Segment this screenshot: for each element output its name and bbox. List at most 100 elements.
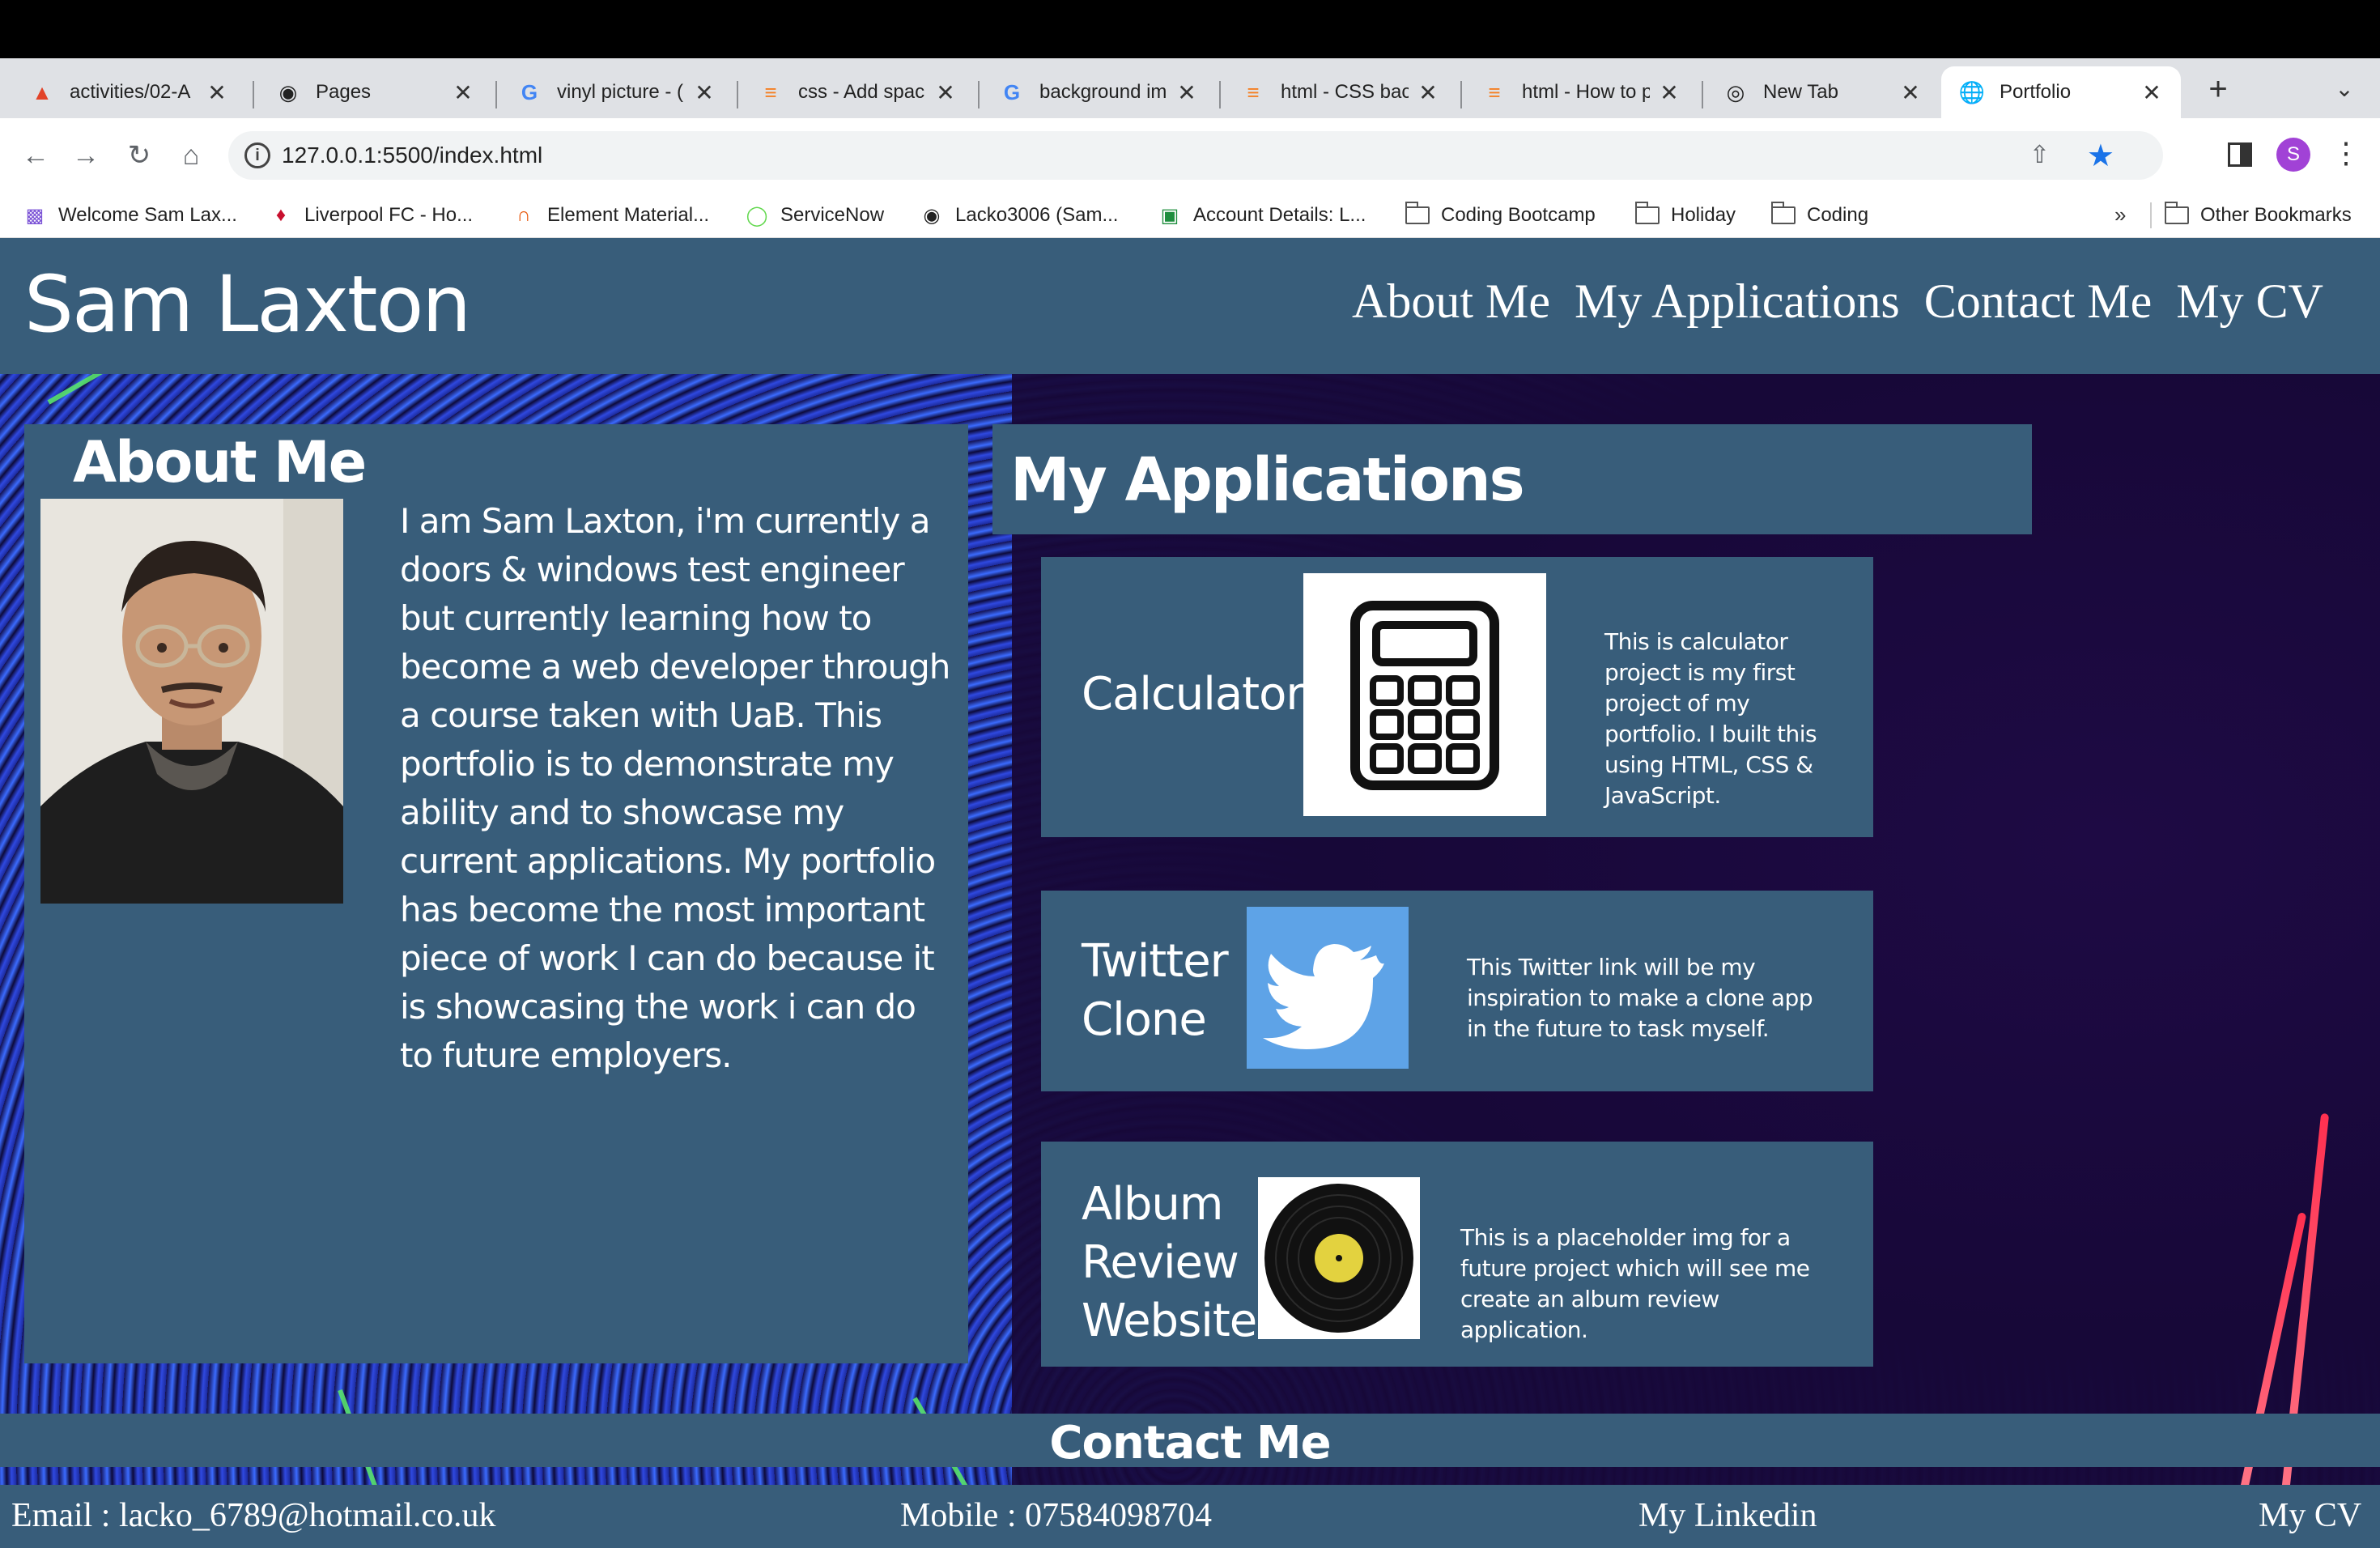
new-tab-plus-icon[interactable]: + xyxy=(2200,71,2236,107)
bookmark-account[interactable]: ▣ Account Details: L... xyxy=(1158,199,1366,232)
tab-title: Portfolio xyxy=(2000,81,2072,103)
share-icon[interactable]: ⇧ xyxy=(2029,141,2050,169)
folder-icon xyxy=(2165,202,2189,228)
bookmark-label: Coding xyxy=(1807,204,1869,226)
bookmark-folder-coding-bootcamp[interactable]: Coding Bootcamp xyxy=(1405,199,1596,232)
side-panel-icon[interactable] xyxy=(2228,142,2252,167)
calculator-icon[interactable] xyxy=(1303,573,1546,816)
contact-email[interactable]: Email : lacko_6789@hotmail.co.uk xyxy=(11,1496,496,1535)
tab-new-tab[interactable]: ◎ New Tab ✕ xyxy=(1705,66,1940,118)
menu-kebab-icon[interactable]: ⋮ xyxy=(2331,136,2361,170)
vinyl-record-icon[interactable] xyxy=(1258,1177,1420,1339)
url-text[interactable]: 127.0.0.1:5500/index.html xyxy=(282,142,542,168)
app-description: This is calculator project is my first p… xyxy=(1604,628,1817,809)
bookmark-folder-holiday[interactable]: Holiday xyxy=(1635,199,1736,232)
folder-icon xyxy=(1771,202,1796,228)
google-icon: G xyxy=(1003,79,1021,104)
chrome-icon: ◎ xyxy=(1726,79,1745,104)
info-icon[interactable]: i xyxy=(244,142,270,168)
about-title: About Me xyxy=(73,429,367,495)
tab-title: background im xyxy=(1039,81,1167,103)
app-card-album-review[interactable]: Album Review Website This is a placehold… xyxy=(1041,1142,1873,1367)
contact-mobile[interactable]: Mobile : 07584098704 xyxy=(900,1496,1212,1535)
tab-divider xyxy=(978,81,980,108)
tab-strip: ▲ activities/02-A ✕ ◉ Pages ✕ G vinyl pi… xyxy=(0,58,2380,118)
tab-vinyl[interactable]: G vinyl picture - ( ✕ xyxy=(499,66,733,118)
bookmark-lacko[interactable]: ◉ Lacko3006 (Sam... xyxy=(920,199,1119,232)
cv-link[interactable]: My CV xyxy=(2259,1496,2361,1535)
nav-link-applications[interactable]: My Applications xyxy=(1575,274,1900,330)
app-card-twitter-clone[interactable]: Twitter Clone This Twitter link will be … xyxy=(1041,891,1873,1091)
folder-icon xyxy=(1635,202,1660,228)
bookmark-element[interactable]: ∩ Element Material... xyxy=(512,199,709,232)
bookmarks-bar: ▩ Welcome Sam Lax... ♦ Liverpool FC - Ho… xyxy=(0,193,2380,238)
bookmark-star-icon[interactable]: ★ xyxy=(2087,138,2114,174)
twitter-icon[interactable] xyxy=(1247,907,1409,1069)
back-arrow-icon[interactable]: ← xyxy=(16,136,55,175)
tab-portfolio[interactable]: 🌐 Portfolio ✕ xyxy=(1941,66,2181,118)
close-icon[interactable]: ✕ xyxy=(1175,79,1198,106)
account-icon: ▣ xyxy=(1160,204,1179,227)
chevron-down-icon[interactable]: ⌄ xyxy=(2328,73,2361,105)
close-icon[interactable]: ✕ xyxy=(1899,79,1922,106)
close-icon[interactable]: ✕ xyxy=(2140,79,2163,106)
liverpool-icon: ♦ xyxy=(275,204,287,226)
address-bar[interactable]: i 127.0.0.1:5500/index.html ⇧ ★ xyxy=(228,131,2163,180)
servicenow-icon: ◯ xyxy=(746,204,768,227)
close-icon[interactable]: ✕ xyxy=(452,79,474,106)
applications-banner: My Applications xyxy=(992,424,2032,534)
close-icon[interactable]: ✕ xyxy=(693,79,716,106)
bookmark-servicenow[interactable]: ◯ ServiceNow xyxy=(745,199,884,232)
tab-title: html - How to p xyxy=(1522,81,1650,103)
stackoverflow-icon: ≡ xyxy=(764,79,777,104)
site-title: Sam Laxton xyxy=(24,259,471,350)
tab-title: css - Add spac xyxy=(798,81,925,103)
bookmark-label: Holiday xyxy=(1671,204,1736,226)
bookmarks-divider xyxy=(2150,202,2152,228)
folder-icon xyxy=(1405,202,1430,228)
bookmark-label: Lacko3006 (Sam... xyxy=(955,204,1119,226)
contact-banner: Contact Me xyxy=(0,1414,2380,1469)
nav-link-contact[interactable]: Contact Me xyxy=(1924,274,2153,330)
bookmark-liverpool[interactable]: ♦ Liverpool FC - Ho... xyxy=(269,199,473,232)
element-icon: ∩ xyxy=(516,204,531,226)
profile-avatar[interactable]: S xyxy=(2276,138,2310,172)
bookmark-label: Coding Bootcamp xyxy=(1441,204,1596,226)
about-section: About Me I am Sam Laxton, i'm currently … xyxy=(24,424,968,1363)
home-icon[interactable]: ⌂ xyxy=(172,136,210,175)
reload-icon[interactable]: ↻ xyxy=(120,136,159,175)
tab-background[interactable]: G background im ✕ xyxy=(981,66,1216,118)
bookmark-folder-coding[interactable]: Coding xyxy=(1771,199,1868,232)
tab-title: html - CSS bac xyxy=(1281,81,1409,103)
bookmarks-overflow-button[interactable]: » xyxy=(2114,202,2126,228)
tab-how-to[interactable]: ≡ html - How to p ✕ xyxy=(1464,66,1698,118)
linkedin-link[interactable]: My Linkedin xyxy=(1638,1496,1817,1535)
tab-divider xyxy=(1460,81,1462,108)
tab-css-add[interactable]: ≡ css - Add spac ✕ xyxy=(740,66,975,118)
screen-top-bar xyxy=(0,0,2380,58)
tab-divider xyxy=(737,81,738,108)
close-icon[interactable]: ✕ xyxy=(1417,79,1439,106)
page-viewport: Sam Laxton About Me My Applications Cont… xyxy=(0,238,2380,1548)
tab-pages[interactable]: ◉ Pages ✕ xyxy=(257,66,492,118)
tab-divider xyxy=(1219,81,1221,108)
forward-arrow-icon[interactable]: → xyxy=(66,136,105,175)
app-card-calculator[interactable]: Calculator This is calculator project is… xyxy=(1041,557,1873,837)
app-description: This Twitter link will be my inspiration… xyxy=(1467,954,1813,1042)
tab-activities[interactable]: ▲ activities/02-A ✕ xyxy=(11,66,246,118)
close-icon[interactable]: ✕ xyxy=(934,79,957,106)
github-icon: ◉ xyxy=(923,204,941,227)
close-icon[interactable]: ✕ xyxy=(206,79,228,106)
bookmark-label: Liverpool FC - Ho... xyxy=(304,204,474,226)
tab-css-bac[interactable]: ≡ html - CSS bac ✕ xyxy=(1222,66,1457,118)
app-name: Calculator xyxy=(1082,668,1304,721)
close-icon[interactable]: ✕ xyxy=(1658,79,1681,106)
bookmark-welcome[interactable]: ▩ Welcome Sam Lax... xyxy=(23,199,237,232)
google-icon: G xyxy=(521,79,538,104)
browser-toolbar: ← → ↻ ⌂ i 127.0.0.1:5500/index.html ⇧ ★ … xyxy=(0,118,2380,193)
tab-title: Pages xyxy=(316,81,372,103)
nav-link-cv[interactable]: My CV xyxy=(2176,274,2323,330)
nav-link-about[interactable]: About Me xyxy=(1352,274,1550,330)
bookmark-folder-other[interactable]: Other Bookmarks xyxy=(2165,199,2352,232)
tab-divider xyxy=(1702,81,1703,108)
